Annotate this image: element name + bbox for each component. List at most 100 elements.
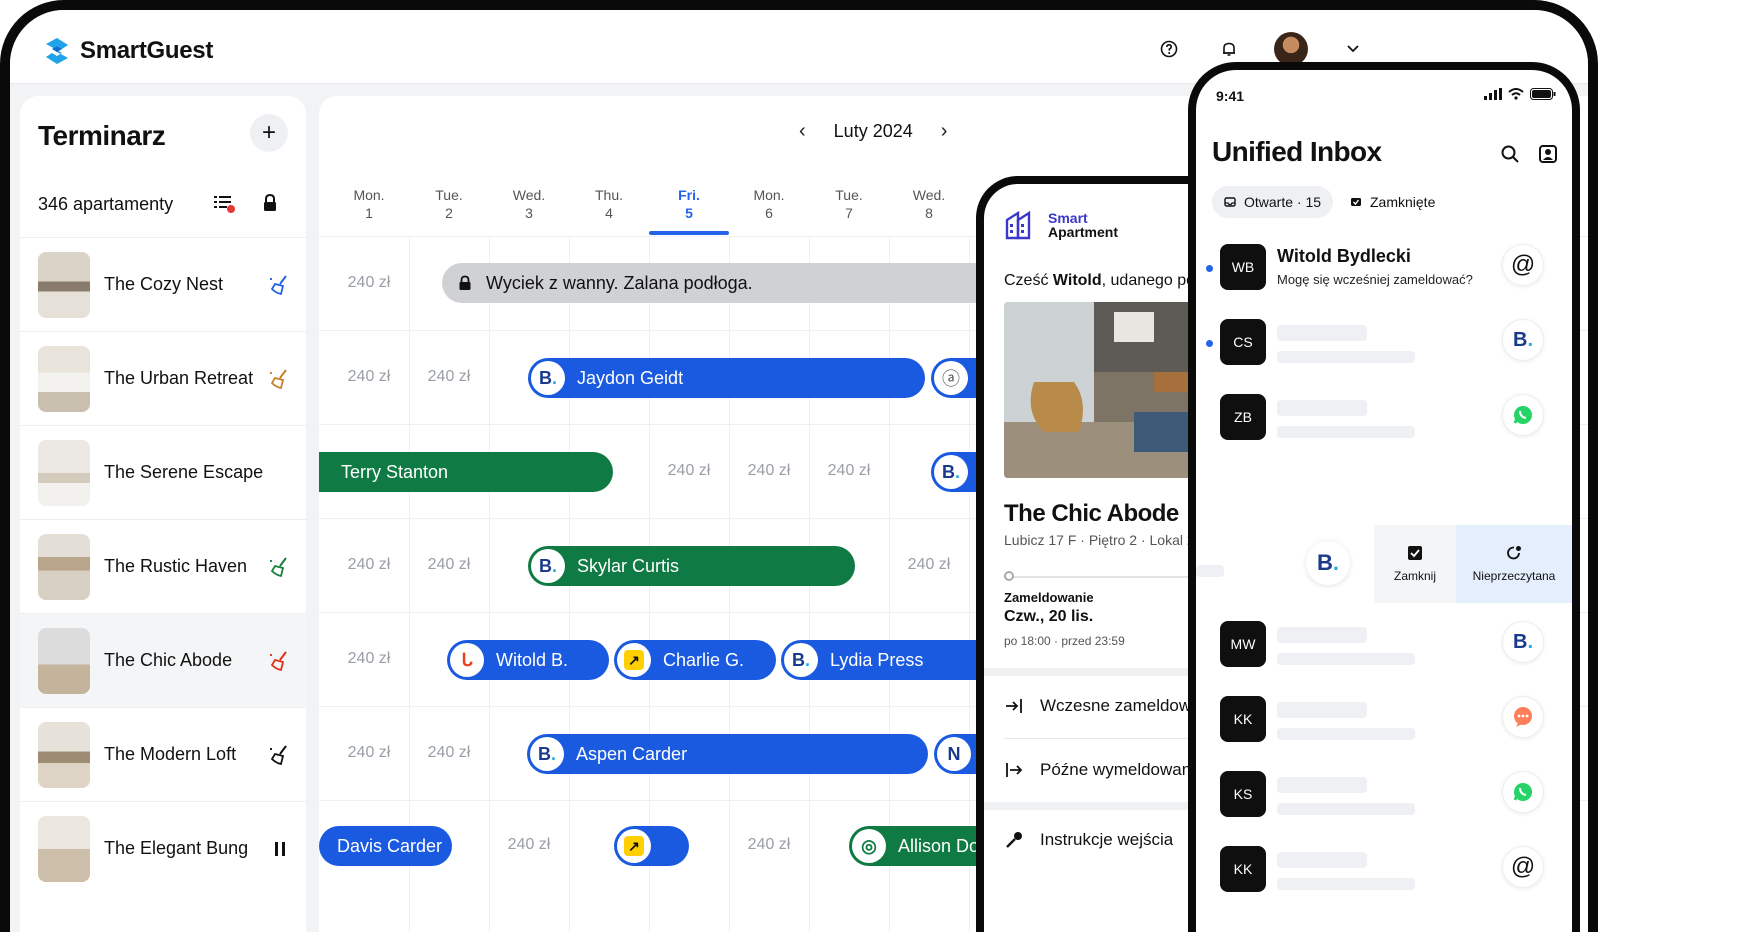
conversation-item[interactable]: ZB <box>1196 382 1572 457</box>
price-cell[interactable]: 240 zł <box>329 274 409 292</box>
property-row-selected[interactable]: The Chic Abode <box>20 613 306 707</box>
booking-bar[interactable]: Terry Stanton <box>319 452 613 492</box>
month-label: Luty 2024 <box>833 121 913 141</box>
contact-avatar: ZB <box>1220 394 1266 440</box>
list-filter-icon[interactable] <box>212 192 236 214</box>
price-cell[interactable]: 240 zł <box>329 368 409 386</box>
property-row[interactable]: The Modern Loft <box>20 707 306 801</box>
property-row[interactable]: The Cozy Nest <box>20 237 306 331</box>
conversation-item[interactable]: WB Witold Bydlecki Mogę się wcześniej za… <box>1196 232 1572 307</box>
property-row[interactable]: The Elegant Bung <box>20 801 306 895</box>
property-name: The Chic Abode <box>104 650 233 670</box>
whatsapp-icon <box>1502 394 1544 436</box>
contact-avatar: CS <box>1220 319 1266 365</box>
inbox-screen: 9:41 Unified Inbox Otwarte · 15 Zamknięt… <box>1196 70 1572 932</box>
check-box-icon <box>1408 546 1422 560</box>
property-title: The Chic Abode <box>1004 500 1179 527</box>
month-navigation: ‹ Luty 2024 › <box>799 120 947 143</box>
menu-entry-instructions[interactable]: Instrukcje wejścia <box>1004 830 1173 850</box>
property-name: The Elegant Bung <box>104 838 249 858</box>
price-cell[interactable]: 240 zł <box>729 462 809 480</box>
day-header[interactable]: Tue. 7 <box>809 186 889 222</box>
price-cell[interactable]: 240 zł <box>329 556 409 574</box>
price-cell[interactable]: 240 zł <box>409 556 489 574</box>
price-cell[interactable]: 240 zł <box>409 368 489 386</box>
broom-icon[interactable] <box>268 743 292 767</box>
tab-closed[interactable]: Zamknięte <box>1338 186 1447 218</box>
booking-bar[interactable]: ↗ Charlie G. <box>614 640 776 680</box>
chevron-down-icon[interactable] <box>1338 34 1368 64</box>
property-row[interactable]: The Rustic Haven <box>20 519 306 613</box>
booking-bar[interactable]: ↗ <box>614 826 689 866</box>
conversation-item[interactable]: KK @ <box>1196 834 1572 909</box>
guest-name: Allison Dok <box>898 835 989 856</box>
unread-icon <box>1507 546 1521 560</box>
user-avatar[interactable] <box>1274 32 1308 66</box>
booking-bar[interactable]: B. Skylar Curtis <box>528 546 855 586</box>
price-cell[interactable]: 240 zł <box>489 836 569 854</box>
price-cell[interactable]: 240 zł <box>329 650 409 668</box>
menu-late-checkout[interactable]: Późne wymeldowanie <box>1004 760 1204 780</box>
conversation-item[interactable]: CS B. <box>1196 307 1572 382</box>
action-label: Zamknij <box>1393 569 1436 583</box>
day-header[interactable]: Mon. 1 <box>329 186 409 222</box>
chevron-left-icon[interactable]: ‹ <box>799 120 806 143</box>
swiped-conversation[interactable]: B. Zamknij Nieprzeczytana <box>1196 525 1572 603</box>
search-icon[interactable] <box>1500 144 1520 164</box>
day-header-today[interactable]: Fri. 5 <box>649 186 729 222</box>
email-icon: @ <box>1502 244 1544 286</box>
blocked-booking[interactable]: Wyciek z wanny. Zalana podłoga. <box>442 263 1042 303</box>
add-button[interactable]: + <box>250 114 288 152</box>
booking-icon: B. <box>1306 541 1350 585</box>
contact-avatar: KS <box>1220 771 1266 817</box>
property-address: Lubicz 17 F · Piętro 2 · Lokal 25 <box>1004 532 1203 548</box>
day-header[interactable]: Mon. 6 <box>729 186 809 222</box>
price-cell[interactable]: 240 zł <box>649 462 729 480</box>
day-header[interactable]: Thu. 4 <box>569 186 649 222</box>
booking-channel-icon: B. <box>531 549 565 583</box>
conversation-item[interactable]: KS <box>1196 759 1572 834</box>
price-cell[interactable]: 240 zł <box>809 462 889 480</box>
property-photo <box>38 533 90 600</box>
booking-bar[interactable]: B. Aspen Carder <box>527 734 928 774</box>
tripadvisor-channel-icon: ◎ <box>852 829 886 863</box>
booking-channel-icon: B. <box>934 455 968 489</box>
price-cell[interactable]: 240 zł <box>329 744 409 762</box>
smartguest-logo-icon <box>46 38 68 64</box>
day-header[interactable]: Wed. 3 <box>489 186 569 222</box>
conversation-item[interactable]: KK <box>1196 684 1572 759</box>
day-header[interactable]: Tue. 2 <box>409 186 489 222</box>
broom-icon[interactable] <box>268 273 292 297</box>
help-icon[interactable] <box>1154 34 1184 64</box>
property-row[interactable]: The Serene Escape <box>20 425 306 519</box>
day-header[interactable]: Wed. 8 <box>889 186 969 222</box>
broom-icon[interactable] <box>268 649 292 673</box>
app-logo[interactable]: SmartGuest <box>42 36 213 66</box>
price-cell[interactable]: 240 zł <box>889 556 969 574</box>
property-row[interactable]: The Urban Retreat <box>20 331 306 425</box>
tab-open[interactable]: Otwarte · 15 <box>1212 186 1334 218</box>
conversation-item[interactable]: MW B. <box>1196 609 1572 684</box>
price-cell[interactable]: 240 zł <box>729 836 809 854</box>
property-name: The Modern Loft <box>104 744 237 764</box>
chat-icon <box>1502 696 1544 738</box>
menu-label: Późne wymeldowanie <box>1040 760 1205 779</box>
apartments-count: 346 apartamenty <box>38 194 174 214</box>
broom-icon[interactable] <box>268 555 292 579</box>
broom-icon[interactable] <box>268 367 292 391</box>
close-conversation-button[interactable]: Zamknij <box>1374 525 1456 603</box>
booking-bar[interactable]: Davis Carder <box>319 826 452 866</box>
user-square-icon[interactable] <box>1538 144 1558 164</box>
bell-icon[interactable] <box>1214 34 1244 64</box>
tab-label: Otwarte · 15 <box>1244 194 1322 210</box>
guest-name: Lydia Press <box>830 649 924 670</box>
price-cell[interactable]: 240 zł <box>409 744 489 762</box>
chevron-right-icon[interactable]: › <box>941 120 948 143</box>
contact-avatar: MW <box>1220 621 1266 667</box>
booking-bar[interactable]: B. Jaydon Geidt <box>528 358 925 398</box>
lock-icon[interactable] <box>260 192 280 214</box>
booking-bar[interactable]: ᒐ Witold B. <box>447 640 609 680</box>
mark-unread-button[interactable]: Nieprzeczytana <box>1456 525 1572 603</box>
pause-icon[interactable] <box>268 837 292 861</box>
contact-avatar: KK <box>1220 846 1266 892</box>
